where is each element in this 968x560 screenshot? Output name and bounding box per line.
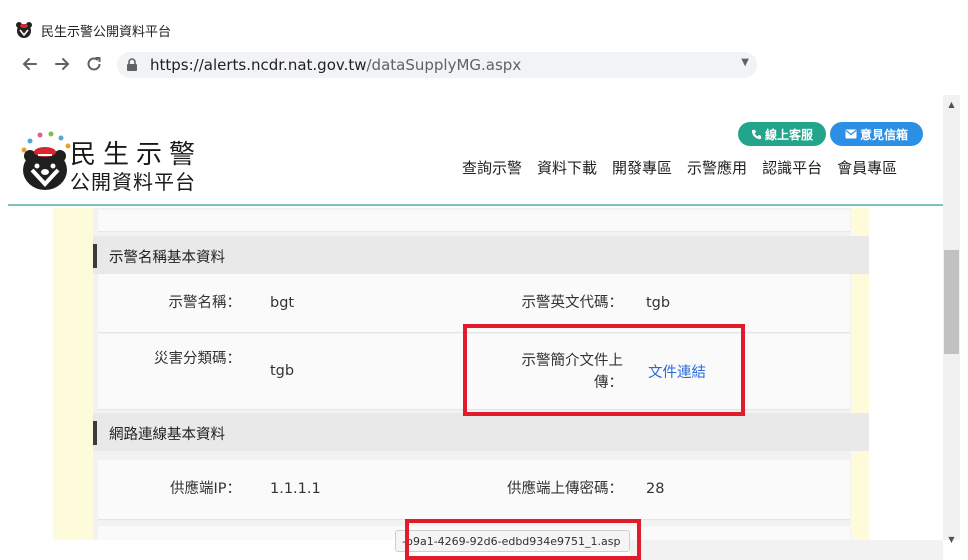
disaster-code-label: 災害分類碼： xyxy=(154,351,241,367)
alert-name-value: bgt xyxy=(270,295,295,311)
envelope-icon xyxy=(845,129,857,139)
url-path: /dataSupplyMG.aspx xyxy=(366,56,522,74)
chevron-down-icon: ▼ xyxy=(741,57,749,68)
bottom-content-strip xyxy=(630,540,943,560)
url-host: https://alerts.ncdr.nat.gov.tw xyxy=(150,56,367,74)
section-marker xyxy=(93,421,97,445)
tab-title: 民生示警公開資料平台 xyxy=(41,24,172,40)
window-right-edge xyxy=(960,95,968,560)
reload-button[interactable] xyxy=(84,54,104,74)
nav-item-query-alerts[interactable]: 查詢示警 xyxy=(462,157,522,178)
phone-icon xyxy=(751,129,762,139)
upload-password-value: 28 xyxy=(646,481,665,497)
feedback-button[interactable]: 意見信箱 xyxy=(830,122,923,146)
table-row: 供應端IP： 1.1.1.1 供應端上傳密碼： 28 xyxy=(98,460,850,520)
browser-toolbar: https://alerts.ncdr.nat.gov.tw/dataSuppl… xyxy=(0,46,757,82)
feedback-label: 意見信箱 xyxy=(859,127,908,142)
section-marker xyxy=(93,244,97,268)
url-text: https://alerts.ncdr.nat.gov.tw/dataSuppl… xyxy=(150,56,521,74)
online-service-button[interactable]: 線上客服 xyxy=(738,122,826,146)
supplier-ip-label: 供應端IP： xyxy=(169,481,241,497)
bear-favicon-icon xyxy=(16,22,32,38)
forward-button[interactable] xyxy=(52,54,72,74)
disaster-code-value: tgb xyxy=(270,363,295,379)
supplier-ip-value: 1.1.1.1 xyxy=(270,481,321,497)
highlight-box-status-url xyxy=(405,519,641,560)
alert-code-label: 示警英文代碼： xyxy=(521,295,624,311)
nav-item-alert-apps[interactable]: 示警應用 xyxy=(687,157,747,178)
scroll-up-icon[interactable]: ▲ xyxy=(943,96,960,113)
nav-item-member[interactable]: 會員專區 xyxy=(837,157,897,178)
nav-item-about[interactable]: 認識平台 xyxy=(762,157,822,178)
section-title: 示警名稱基本資料 xyxy=(109,250,225,266)
section-network-header: 網路連線基本資料 xyxy=(93,413,869,451)
tab-bar: 民生示警公開資料平台 xyxy=(0,0,235,46)
bottom-blank-area xyxy=(0,540,395,560)
upload-password-label: 供應端上傳密碼： xyxy=(507,481,623,497)
forward-arrow-icon xyxy=(55,58,70,70)
nav-item-data-download[interactable]: 資料下載 xyxy=(537,157,597,178)
online-service-label: 線上客服 xyxy=(764,127,813,142)
browser-tab[interactable]: 民生示警公開資料平台 xyxy=(15,14,171,46)
back-arrow-icon xyxy=(22,58,37,70)
nav-item-developer[interactable]: 開發專區 xyxy=(612,157,672,178)
window-left-edge xyxy=(0,0,8,560)
site-header: 民生示警 公開資料平台 線上客服 意見信箱 查詢示警 資料下載 開發專區 示警應… xyxy=(8,95,943,206)
alert-code-value: tgb xyxy=(646,295,671,311)
back-button[interactable] xyxy=(20,54,40,74)
main-content: 示警名稱基本資料 示警名稱： bgt 示警英文代碼： tgb 災害分類碼： tg… xyxy=(53,208,869,540)
page-viewport: 民生示警 公開資料平台 線上客服 意見信箱 查詢示警 資料下載 開發專區 示警應… xyxy=(8,95,943,540)
alert-name-label: 示警名稱： xyxy=(168,295,242,311)
scroll-down-icon[interactable]: ▼ xyxy=(943,531,960,548)
main-nav: 查詢示警 資料下載 開發專區 示警應用 認識平台 會員專區 xyxy=(462,157,897,178)
address-bar[interactable]: https://alerts.ncdr.nat.gov.tw/dataSuppl… xyxy=(117,52,757,78)
lock-icon xyxy=(127,58,137,71)
window-top-area xyxy=(235,0,968,46)
brand-subtitle: 公開資料平台 xyxy=(70,170,196,194)
bear-logo-icon xyxy=(21,131,71,190)
scrollbar-thumb[interactable] xyxy=(944,250,959,354)
section-title: 網路連線基本資料 xyxy=(109,427,225,443)
reload-icon xyxy=(87,57,101,71)
section-alert-basic-header: 示警名稱基本資料 xyxy=(93,236,869,274)
previous-row xyxy=(98,210,850,232)
highlight-box-doc-link xyxy=(463,324,745,416)
